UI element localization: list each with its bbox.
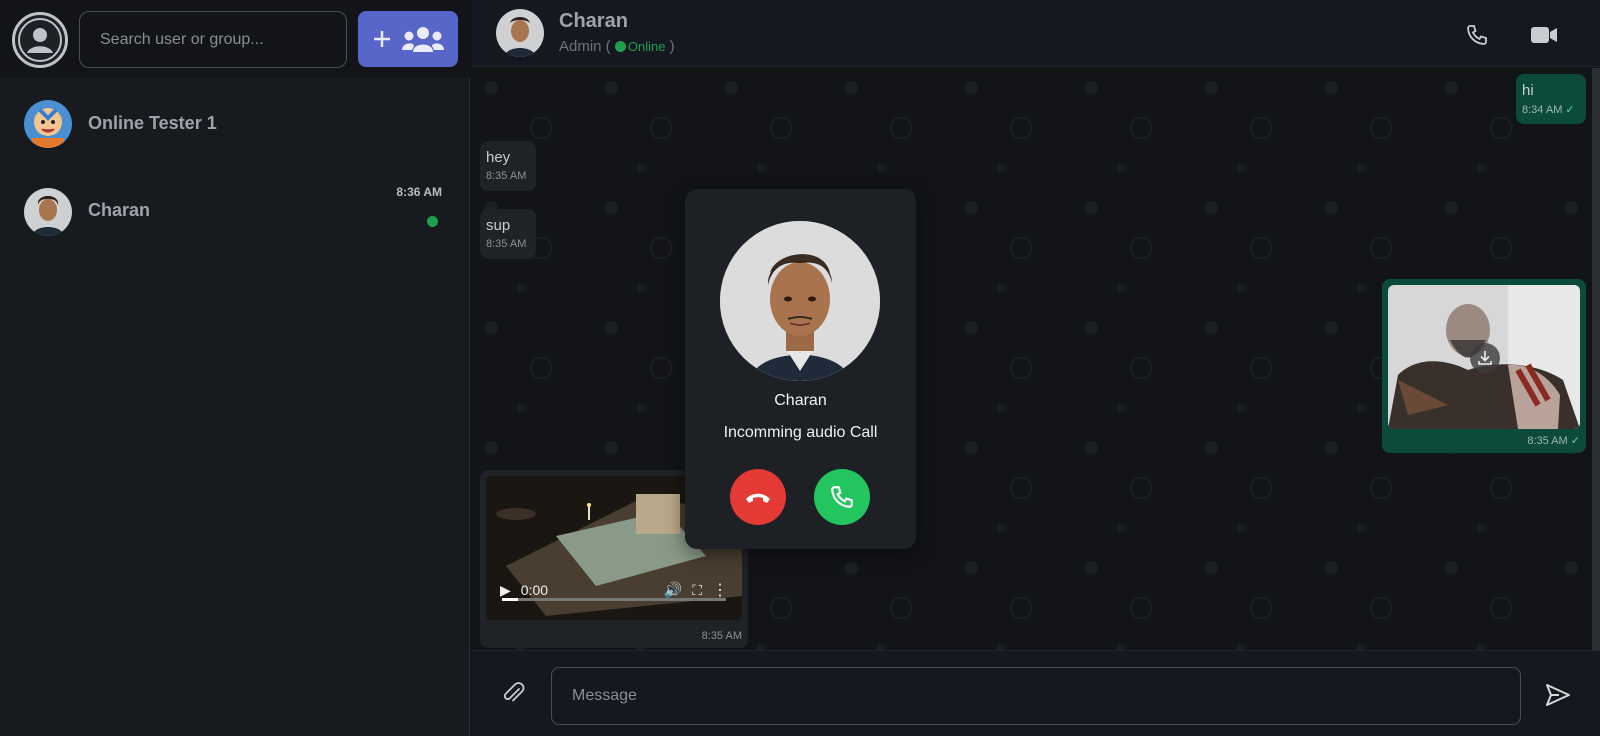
new-group-button[interactable] — [358, 11, 458, 67]
call-type-label: Incomming audio Call — [723, 424, 878, 441]
video-progress[interactable] — [502, 598, 726, 601]
user-icon — [18, 18, 62, 62]
message-time: 8:34 AM ✓ — [1522, 104, 1575, 116]
message-bubble-incoming: sup 8:35 AM — [480, 209, 536, 259]
phone-icon — [1467, 25, 1487, 45]
check-icon: ✓ — [1570, 435, 1580, 447]
video-time: 0:00 — [520, 582, 549, 598]
incoming-call-dialog: Charan Incomming audio Call — [685, 189, 916, 549]
message-time: 8:35 AM — [486, 170, 527, 182]
play-icon[interactable]: ▶ — [500, 582, 511, 599]
download-button[interactable] — [1470, 343, 1500, 373]
message-bubble-outgoing: hi 8:34 AM ✓ — [1516, 74, 1586, 124]
accept-call-button[interactable] — [814, 469, 870, 525]
chat-panel: Charan Admin ( Online ) hi 8:34 AM ✓ hey — [471, 0, 1600, 736]
avatar — [24, 100, 72, 148]
audio-call-button[interactable] — [1462, 20, 1492, 50]
search-input[interactable] — [79, 11, 347, 68]
group-icon — [402, 27, 444, 52]
video-call-button[interactable] — [1529, 20, 1559, 50]
image-attachment[interactable] — [1388, 285, 1580, 429]
attach-button[interactable] — [501, 681, 527, 707]
message-text: hey — [486, 149, 511, 166]
contact-status: Admin ( Online ) — [559, 38, 675, 55]
chat-name: Charan — [88, 200, 151, 220]
message-time: 8:35 AM — [486, 238, 527, 250]
chat-time: 8:36 AM — [396, 185, 442, 199]
fullscreen-icon[interactable]: ⛶ — [692, 582, 702, 599]
check-icon: ✓ — [1565, 104, 1575, 116]
decline-call-button[interactable] — [730, 469, 786, 525]
contact-role: Admin ( — [559, 38, 611, 55]
download-icon — [1478, 351, 1492, 365]
chat-name: Online Tester 1 — [88, 113, 217, 133]
close-paren: ) — [669, 38, 675, 55]
message-time: 8:35 AM — [701, 630, 742, 642]
composer — [471, 650, 1600, 736]
message-text: sup — [486, 217, 511, 234]
chat-item-charan[interactable]: Charan 8:36 AM — [0, 172, 470, 252]
avatar — [24, 188, 72, 236]
hang-up-icon — [746, 493, 770, 503]
volume-icon[interactable]: 🔊 — [664, 581, 683, 599]
plus-icon — [374, 31, 390, 47]
more-options-icon[interactable]: ⋮ — [712, 580, 728, 600]
scrollbar[interactable] — [1592, 68, 1600, 650]
video-camera-icon — [1531, 27, 1557, 43]
online-label: Online — [627, 39, 666, 54]
video-controls: ▶ 0:00 🔊 ⛶ ⋮ — [486, 560, 742, 620]
send-icon — [1546, 684, 1570, 706]
message-text: hi — [1522, 82, 1534, 99]
profile-avatar-button[interactable] — [12, 12, 68, 68]
chat-item-online-tester-1[interactable]: Online Tester 1 — [0, 84, 470, 164]
message-list[interactable]: hi 8:34 AM ✓ hey 8:35 AM sup 8:35 AM 8:3… — [471, 68, 1600, 650]
message-bubble-incoming: hey 8:35 AM — [480, 141, 536, 191]
caller-name: Charan — [774, 392, 827, 409]
sidebar: Online Tester 1 Charan 8:36 AM — [0, 0, 470, 736]
message-time: 8:35 AM ✓ — [1527, 435, 1580, 447]
message-bubble-image: 8:35 AM ✓ — [1382, 279, 1586, 453]
phone-icon — [831, 486, 853, 508]
avatar[interactable] — [496, 9, 544, 57]
send-button[interactable] — [1544, 681, 1572, 709]
contact-name: Charan — [559, 10, 628, 32]
chat-header: Charan Admin ( Online ) — [471, 0, 1600, 67]
message-input[interactable] — [551, 667, 1521, 725]
online-indicator — [614, 41, 626, 52]
caller-avatar — [720, 221, 880, 381]
paperclip-icon — [503, 682, 525, 702]
sidebar-header — [0, 0, 470, 78]
online-indicator — [427, 216, 438, 227]
